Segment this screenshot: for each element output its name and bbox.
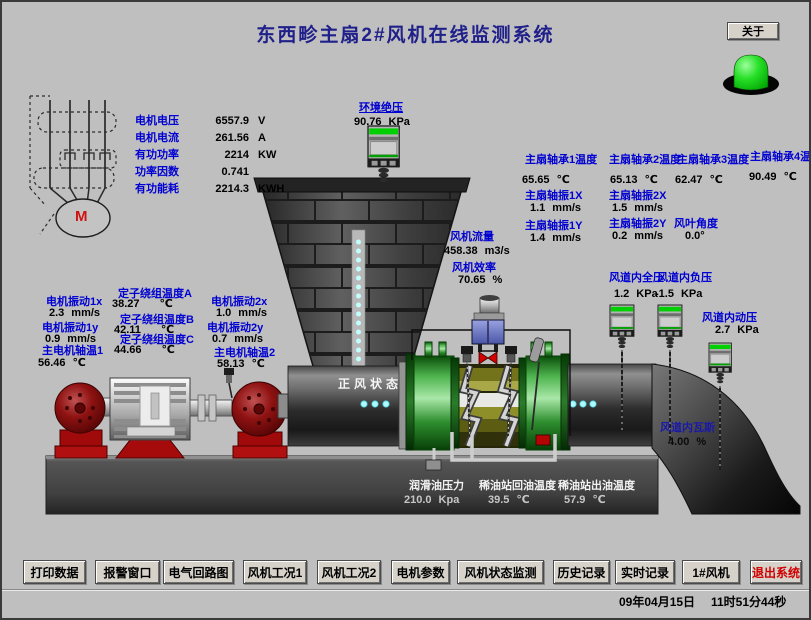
fan-flow-value: 458.38m3/s: [444, 246, 510, 257]
oil-out-temp-value: 57.9℃: [564, 495, 606, 506]
motor-circuit-diagram: [30, 96, 116, 237]
duct-dyn-pressure-label: 风道内动压: [702, 313, 757, 324]
toolbar-button-fan-condition-1[interactable]: 风机工况1: [243, 560, 307, 584]
motor-vib1y-value: 0.9mm/s: [45, 334, 96, 345]
oil-return-temp-label: 稀油站回油温度: [479, 481, 556, 492]
fan-vib2y-label: 主扇轴振2Y: [609, 219, 666, 230]
motor-electrical-params: 电机电压6557.9V 电机电流261.56A 有功功率2214KW 功率因数0…: [135, 113, 284, 198]
bearing1-temp-label: 主扇轴承1温度: [525, 155, 597, 166]
toolbar-button-realtime[interactable]: 实时记录: [615, 560, 675, 584]
bearing3-temp-value: 62.47℃: [675, 175, 723, 186]
env-pressure-label: 环境绝压: [359, 103, 403, 114]
toolbar-button-fan-status-monitor[interactable]: 风机状态监测: [457, 560, 544, 584]
oil-valve: [426, 460, 441, 470]
status-time: 11时51分44秒: [711, 596, 786, 608]
bearing2-temp-value: 65.13℃: [610, 175, 658, 186]
machinery-graphic: [2, 2, 811, 620]
scada-main-screen: 东西畛主扇2#风机在线监测系统 关于 M 电机电压6557.9V 电机电流261…: [0, 0, 811, 620]
fan-efficiency-label: 风机效率: [452, 263, 496, 274]
motor-vib2x-value: 1.0mm/s: [216, 308, 267, 319]
motor-vib2y-value: 0.7mm/s: [212, 334, 263, 345]
fan-vib1y-label: 主扇轴振1Y: [525, 221, 582, 232]
blade-angle-value: 0.0°: [685, 231, 705, 242]
oil-out-temp-label: 稀油站出油温度: [558, 481, 635, 492]
motor-symbol: M: [75, 209, 88, 224]
duct-gas-value: 4.00%: [668, 437, 706, 448]
toolbar-button-alarm-window[interactable]: 报警窗口: [95, 560, 160, 584]
fan-vib2y-value: 0.2mm/s: [612, 231, 663, 242]
stator-a-temp-value: 38.27℃: [112, 299, 173, 310]
motor-vib1x-value: 2.3mm/s: [49, 308, 100, 319]
param-row: 电机电压6557.9V: [135, 113, 284, 130]
about-button[interactable]: 关于: [727, 22, 779, 40]
bearing4-temp-label: 主扇轴承4温度: [750, 152, 811, 163]
duct-full-pressure-value: 1.2KPa: [614, 289, 658, 300]
duct-neg-pressure-value: -1.5KPa: [655, 289, 702, 300]
duct-dyn-pressure-value: 2.7KPa: [715, 325, 759, 336]
param-row: 有功功率2214KW: [135, 147, 284, 164]
param-row: 电机电流261.56A: [135, 130, 284, 147]
airflow-status-text: 正风状态: [338, 378, 402, 390]
airflow-dots-left: [361, 401, 389, 407]
neg-pressure-sensor-icon: [658, 305, 682, 348]
blade-angle-label: 风叶角度: [674, 219, 718, 230]
toolbar-button-motor-params[interactable]: 电机参数: [391, 560, 450, 584]
outlet-duct: [568, 364, 656, 446]
toolbar-separator: [2, 589, 811, 591]
fan-flow-label: 风机流量: [450, 232, 494, 243]
oil-pressure-value: 210.0Kpa: [404, 495, 459, 506]
fan-efficiency-value: 70.65%: [458, 275, 502, 286]
bearing1-temp-value: 65.65℃: [522, 175, 570, 186]
env-pressure-sensor-icon: [368, 126, 399, 182]
motor-shaft1-temp-label: 主电机轴温1: [42, 346, 103, 357]
bearing2-temp-label: 主扇轴承2温度: [609, 155, 681, 166]
airflow-dots-right: [570, 401, 596, 407]
bearing4-temp-value: 90.49℃: [749, 172, 797, 183]
motor-shaft1-temp-value: 56.46℃: [38, 358, 86, 369]
bearing3-temp-label: 主扇轴承3温度: [677, 155, 749, 166]
param-row: 功率因数0.741: [135, 164, 284, 181]
duct-full-pressure-label: 风道内全压: [609, 273, 664, 284]
stator-c-temp-value: 44.66℃: [114, 345, 175, 356]
fan-vib1y-value: 1.4mm/s: [530, 233, 581, 244]
toolbar-button-circuit-diagram[interactable]: 电气回路图: [163, 560, 234, 584]
fan-vib2x-label: 主扇轴振2X: [609, 191, 666, 202]
fan-vib2x-value: 1.5mm/s: [612, 203, 663, 214]
param-row: 有功能耗2214.3KWH: [135, 181, 284, 198]
motor-shaft2-temp-value: 58.13℃: [217, 359, 265, 370]
status-date: 09年04月15日: [619, 596, 695, 608]
fan-vib1x-value: 1.1mm/s: [530, 203, 581, 214]
oil-return-temp-value: 39.5℃: [488, 495, 530, 506]
oil-pressure-label: 润滑油压力: [409, 481, 464, 492]
duct-gas-label: 风道内瓦斯: [660, 423, 715, 434]
inlet-hopper: [254, 178, 470, 377]
fan-vib1x-label: 主扇轴振1X: [525, 191, 582, 202]
toolbar-button-exit-system[interactable]: 退出系统: [750, 560, 802, 584]
toolbar-button-print-data[interactable]: 打印数据: [23, 560, 86, 584]
page-title: 东西畛主扇2#风机在线监测系统: [2, 26, 809, 45]
env-pressure-value: 90.76KPa: [354, 117, 410, 128]
main-duct: [278, 362, 409, 449]
toolbar-button-fan-1[interactable]: 1#风机: [682, 560, 740, 584]
motor-assembly: [55, 368, 287, 458]
duct-neg-pressure-label: 风道内负压: [657, 273, 712, 284]
dyn-pressure-sensor-icon: [709, 343, 731, 383]
toolbar-button-fan-condition-2[interactable]: 风机工况2: [317, 560, 381, 584]
full-pressure-sensor-icon: [610, 305, 634, 348]
toolbar-button-history[interactable]: 历史记录: [553, 560, 610, 584]
status-light-green: [723, 55, 779, 95]
valve-icon: [479, 352, 488, 364]
